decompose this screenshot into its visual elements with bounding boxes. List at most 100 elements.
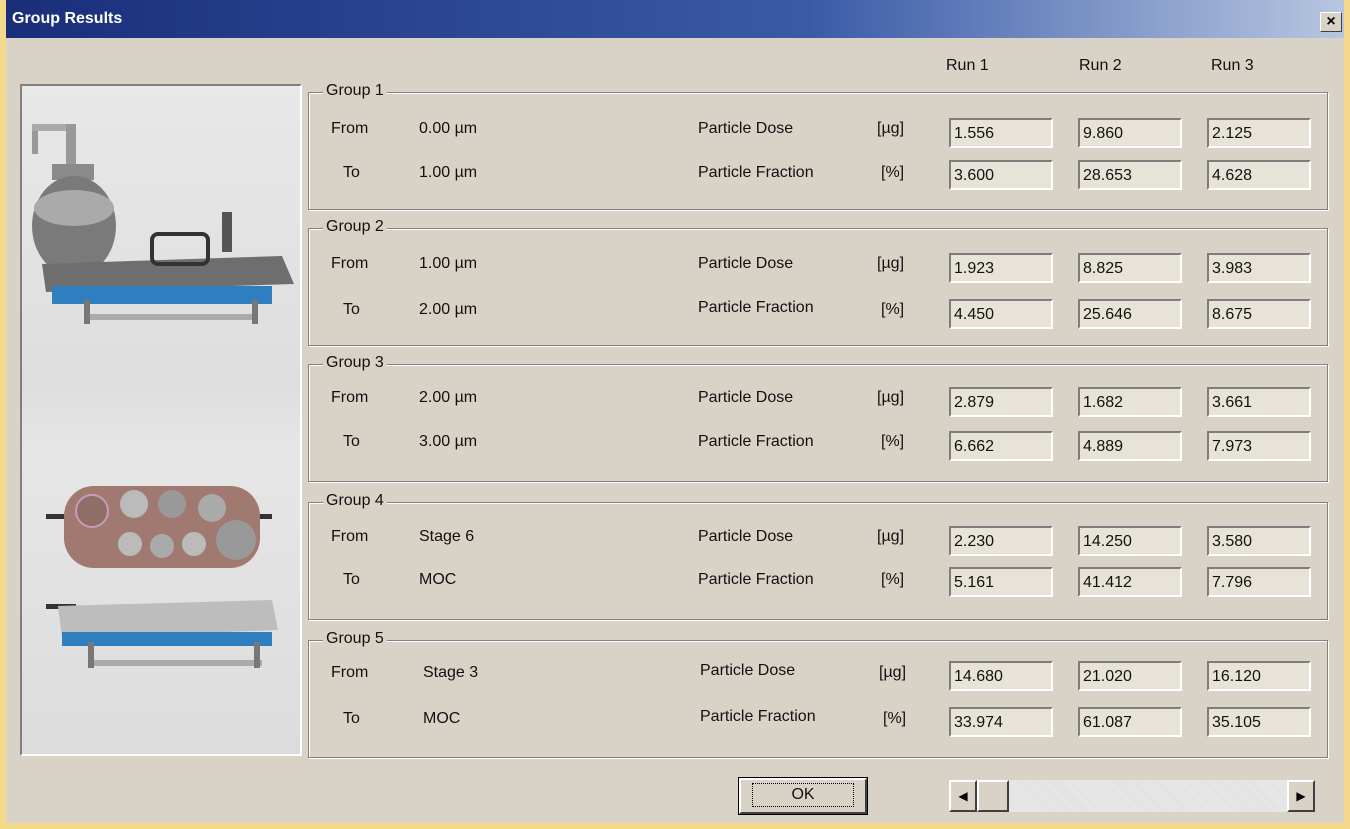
particle-dose-label: Particle Dose (698, 255, 794, 272)
dose-run1-field: 1.923 (949, 253, 1053, 283)
particle-fraction-label: Particle Fraction (700, 708, 816, 725)
from-value: Stage 6 (419, 528, 475, 545)
particle-dose-label: Particle Dose (698, 528, 794, 545)
dose-unit: [µg] (877, 528, 905, 545)
particle-dose-label: Particle Dose (698, 120, 794, 137)
dose-unit: [µg] (877, 120, 905, 137)
to-label: To (343, 710, 360, 727)
from-value: Stage 3 (423, 664, 479, 681)
group-results-window: Group Results × Run 1 Run 2 Run 3 Group … (0, 0, 1350, 829)
title-bar: Group Results × (6, 0, 1344, 38)
group-5-box: Group 5 From Stage 3 To MOC Particle Dos… (308, 630, 1328, 758)
dose-run2-field: 14.250 (1078, 526, 1182, 556)
dose-run1-field: 2.230 (949, 526, 1053, 556)
scroll-right-button[interactable]: ▶ (1287, 780, 1315, 812)
dose-unit: [µg] (877, 389, 905, 406)
particle-fraction-label: Particle Fraction (698, 164, 814, 181)
run2-header: Run 2 (1079, 57, 1122, 74)
group-4-box: Group 4 From Stage 6 To MOC Particle Dos… (308, 492, 1328, 620)
dose-run3-field: 16.120 (1207, 661, 1311, 691)
fraction-unit: [%] (883, 710, 907, 727)
fraction-unit: [%] (881, 301, 905, 318)
to-label: To (343, 301, 360, 318)
dose-run3-field: 2.125 (1207, 118, 1311, 148)
group-3-box: Group 3 From 2.00 µm To 3.00 µm Particle… (308, 354, 1328, 482)
ok-button-label: OK (752, 783, 854, 807)
to-value: 2.00 µm (419, 301, 478, 318)
from-value: 0.00 µm (419, 120, 478, 137)
impactor-illustration (32, 124, 294, 668)
fraction-unit: [%] (881, 433, 905, 450)
fraction-run3-field: 7.796 (1207, 567, 1311, 597)
fraction-run3-field: 7.973 (1207, 431, 1311, 461)
from-label: From (331, 389, 369, 406)
dose-run1-field: 2.879 (949, 387, 1053, 417)
window-title: Group Results (12, 10, 123, 27)
from-value: 1.00 µm (419, 255, 478, 272)
fraction-run3-field: 4.628 (1207, 160, 1311, 190)
particle-dose-label: Particle Dose (698, 389, 794, 406)
from-label: From (331, 664, 369, 681)
dose-run2-field: 9.860 (1078, 118, 1182, 148)
to-value: MOC (423, 710, 461, 727)
dose-run2-field: 8.825 (1078, 253, 1182, 283)
particle-fraction-label: Particle Fraction (698, 299, 814, 316)
group-title: Group 5 (323, 630, 387, 648)
arrow-left-icon: ◀ (958, 789, 968, 803)
to-label: To (343, 433, 360, 450)
particle-dose-label: Particle Dose (700, 662, 796, 679)
to-label: To (343, 164, 360, 181)
fraction-run1-field: 5.161 (949, 567, 1053, 597)
fraction-run1-field: 3.600 (949, 160, 1053, 190)
impactor-image-panel (20, 84, 302, 756)
run3-header: Run 3 (1211, 57, 1254, 74)
to-value: 3.00 µm (419, 433, 478, 450)
close-button[interactable]: × (1320, 12, 1342, 32)
group-2-box: Group 2 From 1.00 µm To 2.00 µm Particle… (308, 218, 1328, 346)
close-icon: × (1326, 13, 1336, 30)
ok-button[interactable]: OK (738, 777, 868, 815)
scroll-thumb[interactable] (977, 780, 1009, 812)
fraction-run3-field: 35.105 (1207, 707, 1311, 737)
from-label: From (331, 120, 369, 137)
from-value: 2.00 µm (419, 389, 478, 406)
arrow-right-icon: ▶ (1296, 789, 1306, 803)
group-1-box: Group 1 From 0.00 µm To 1.00 µm Particle… (308, 82, 1328, 210)
group-title: Group 4 (323, 492, 387, 510)
fraction-run2-field: 4.889 (1078, 431, 1182, 461)
run1-header: Run 1 (946, 57, 989, 74)
fraction-run3-field: 8.675 (1207, 299, 1311, 329)
scroll-left-button[interactable]: ◀ (949, 780, 977, 812)
dose-run2-field: 21.020 (1078, 661, 1182, 691)
fraction-run2-field: 25.646 (1078, 299, 1182, 329)
cascade-impactor-image (32, 124, 294, 324)
dose-run2-field: 1.682 (1078, 387, 1182, 417)
fraction-run1-field: 6.662 (949, 431, 1053, 461)
dose-run1-field: 1.556 (949, 118, 1053, 148)
dose-run3-field: 3.983 (1207, 253, 1311, 283)
group-title: Group 2 (323, 218, 387, 236)
dose-unit: [µg] (877, 255, 905, 272)
particle-fraction-label: Particle Fraction (698, 433, 814, 450)
to-label: To (343, 571, 360, 588)
fraction-run2-field: 61.087 (1078, 707, 1182, 737)
particle-fraction-label: Particle Fraction (698, 571, 814, 588)
fraction-unit: [%] (881, 571, 905, 588)
to-value: MOC (419, 571, 457, 588)
group-title: Group 1 (323, 82, 387, 100)
from-label: From (331, 255, 369, 272)
dose-unit: [µg] (879, 664, 907, 681)
horizontal-scrollbar[interactable]: ◀ ▶ (949, 780, 1315, 812)
to-value: 1.00 µm (419, 164, 478, 181)
group-title: Group 3 (323, 354, 387, 372)
fraction-run1-field: 4.450 (949, 299, 1053, 329)
fraction-run2-field: 41.412 (1078, 567, 1182, 597)
dose-run3-field: 3.580 (1207, 526, 1311, 556)
impactor-cups-image (46, 486, 278, 668)
fraction-run1-field: 33.974 (949, 707, 1053, 737)
dose-run1-field: 14.680 (949, 661, 1053, 691)
dose-run3-field: 3.661 (1207, 387, 1311, 417)
fraction-run2-field: 28.653 (1078, 160, 1182, 190)
from-label: From (331, 528, 369, 545)
fraction-unit: [%] (881, 164, 905, 181)
